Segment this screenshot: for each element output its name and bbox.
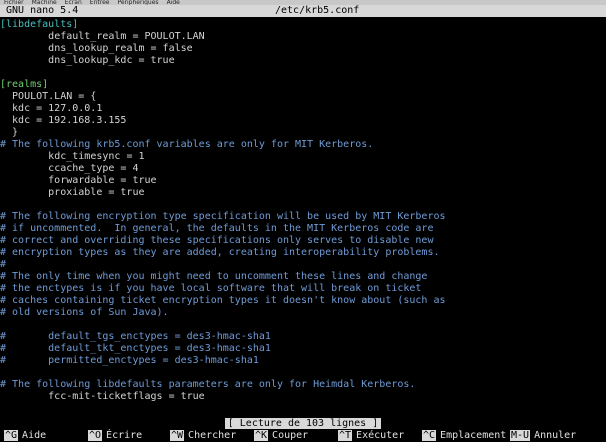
shortcut-item[interactable]: M-U Annuler <box>510 430 576 442</box>
shortcut-label: Emplacement <box>440 430 507 441</box>
editor-line: [realms] <box>0 79 606 91</box>
editor-line: # The following libdefaults parameters a… <box>0 379 606 391</box>
line-segment: kdc_timesync = 1 <box>48 151 145 162</box>
shortcut-label: Écrire <box>106 430 143 441</box>
line-segment: POULOT.LAN = { <box>0 91 97 102</box>
line-segment: # encryption types as they are added, cr… <box>0 247 440 258</box>
editor-line: # The following krb5.conf variables are … <box>0 139 606 151</box>
shortcut-item[interactable]: ^K Couper <box>254 430 308 442</box>
editor-line: kdc = 192.168.3.155 <box>0 115 606 127</box>
line-segment <box>0 43 48 54</box>
editor-line: # default_tgs_enctypes = des3-hmac-sha1 <box>0 331 606 343</box>
editor-line: forwardable = true <box>0 175 606 187</box>
shortcut-key: ^C <box>422 430 437 441</box>
editor-line: dns_lookup_realm = false <box>0 43 606 55</box>
editor-line: proxiable = true <box>0 187 606 199</box>
line-segment: # if uncommented. In general, the defaul… <box>0 223 434 234</box>
line-segment: # old versions of Sun Java). <box>0 307 169 318</box>
line-segment: kdc = 192.168.3.155 <box>0 115 127 126</box>
line-segment: # default_tgs_enctypes = des3-hmac-sha1 <box>0 331 271 342</box>
editor-line: # default_tkt_enctypes = des3-hmac-sha1 <box>0 343 606 355</box>
shortcut-item[interactable]: ^C Emplacement <box>422 430 506 442</box>
shortcut-key: M-U <box>510 430 531 441</box>
line-segment <box>0 31 48 42</box>
editor-line: kdc_timesync = 1 <box>0 151 606 163</box>
line-segment: # The following krb5.conf variables are … <box>0 139 374 150</box>
status-message: [ Lecture de 103 lignes ] <box>224 418 382 429</box>
line-segment <box>0 163 48 174</box>
shortcut-label: Couper <box>272 430 309 441</box>
editor-line: } <box>0 127 606 139</box>
line-segment: # The following libdefaults parameters a… <box>0 379 416 390</box>
line-segment: [libdefaults] <box>0 19 79 30</box>
line-segment: kdc = 127.0.0.1 <box>0 103 103 114</box>
line-segment: # The following encryption type specific… <box>0 211 446 222</box>
line-segment: forwardable = true <box>0 175 157 186</box>
editor-line: # encryption types as they are added, cr… <box>0 247 606 259</box>
editor-line: # The only time when you might need to u… <box>0 271 606 283</box>
editor-line: [libdefaults] <box>0 19 606 31</box>
nano-titlebar: GNU nano 5.4 /etc/krb5.conf <box>0 5 606 17</box>
line-segment: # correct and overriding these specifica… <box>0 235 434 246</box>
editor-line: default_realm = POULOT.LAN <box>0 31 606 43</box>
program-name: GNU nano 5.4 <box>6 5 79 16</box>
line-segment <box>0 151 48 162</box>
shortcut-label: Aide <box>22 430 47 441</box>
shortcut-label: Chercher <box>188 430 237 441</box>
shortcut-key: ^O <box>88 430 103 441</box>
shortcut-item[interactable]: ^G Aide <box>4 430 46 442</box>
shortcut-item[interactable]: ^O Écrire <box>88 430 142 442</box>
line-segment: # caches containing ticket encryption ty… <box>0 295 446 306</box>
editor-line: # correct and overriding these specifica… <box>0 235 606 247</box>
shortcut-label: Annuler <box>534 430 577 441</box>
status-bar: [ Lecture de 103 lignes ] <box>0 418 606 429</box>
shortcut-key: ^W <box>170 430 185 441</box>
editor-line: # permitted_enctypes = des3-hmac-sha1 <box>0 355 606 367</box>
line-segment: # <box>0 259 7 270</box>
line-segment: # the enctypes is if you have local soft… <box>0 283 422 294</box>
editor-line: # the enctypes is if you have local soft… <box>0 283 606 295</box>
line-segment: # permitted_enctypes = des3-hmac-sha1 <box>0 355 259 366</box>
editor-line: dns_lookup_kdc = true <box>0 55 606 67</box>
line-segment: dns_lookup_realm = false <box>48 43 193 54</box>
shortcut-item[interactable]: ^W Chercher <box>170 430 236 442</box>
line-segment: [realms] <box>0 79 49 90</box>
line-segment: default_realm = POULOT.LAN <box>48 31 205 42</box>
line-segment <box>0 55 48 66</box>
editor-line: fcc-mit-ticketflags = true <box>0 391 606 403</box>
editor-line: # if uncommented. In general, the defaul… <box>0 223 606 235</box>
line-segment: proxiable = true <box>0 187 145 198</box>
shortcut-key: ^K <box>254 430 269 441</box>
line-segment: # The only time when you might need to u… <box>0 271 428 282</box>
line-segment: ccache_type = 4 <box>48 163 139 174</box>
file-name: /etc/krb5.conf <box>275 5 360 16</box>
line-segment: dns_lookup_kdc = true <box>48 55 175 66</box>
editor-line: # old versions of Sun Java). <box>0 307 606 319</box>
editor-line: POULOT.LAN = { <box>0 91 606 103</box>
editor-line: # <box>0 259 606 271</box>
editor-line: kdc = 127.0.0.1 <box>0 103 606 115</box>
shortcut-bar: ^G Aide ^O Écrire ^W Chercher ^K Couper ^T Exécut… <box>0 430 606 442</box>
line-segment: } <box>0 127 19 138</box>
shortcut-key: ^G <box>4 430 19 441</box>
line-segment: # default_tkt_enctypes = des3-hmac-sha1 <box>0 343 271 354</box>
editor-line: # The following encryption type specific… <box>0 211 606 223</box>
shortcut-item[interactable]: ^T Exécuter <box>338 430 404 442</box>
line-segment: fcc-mit-ticketflags = true <box>0 391 205 402</box>
editor-line: # caches containing ticket encryption ty… <box>0 295 606 307</box>
editor-line: ccache_type = 4 <box>0 163 606 175</box>
shortcut-key: ^T <box>338 430 353 441</box>
shortcut-label: Exécuter <box>356 430 405 441</box>
